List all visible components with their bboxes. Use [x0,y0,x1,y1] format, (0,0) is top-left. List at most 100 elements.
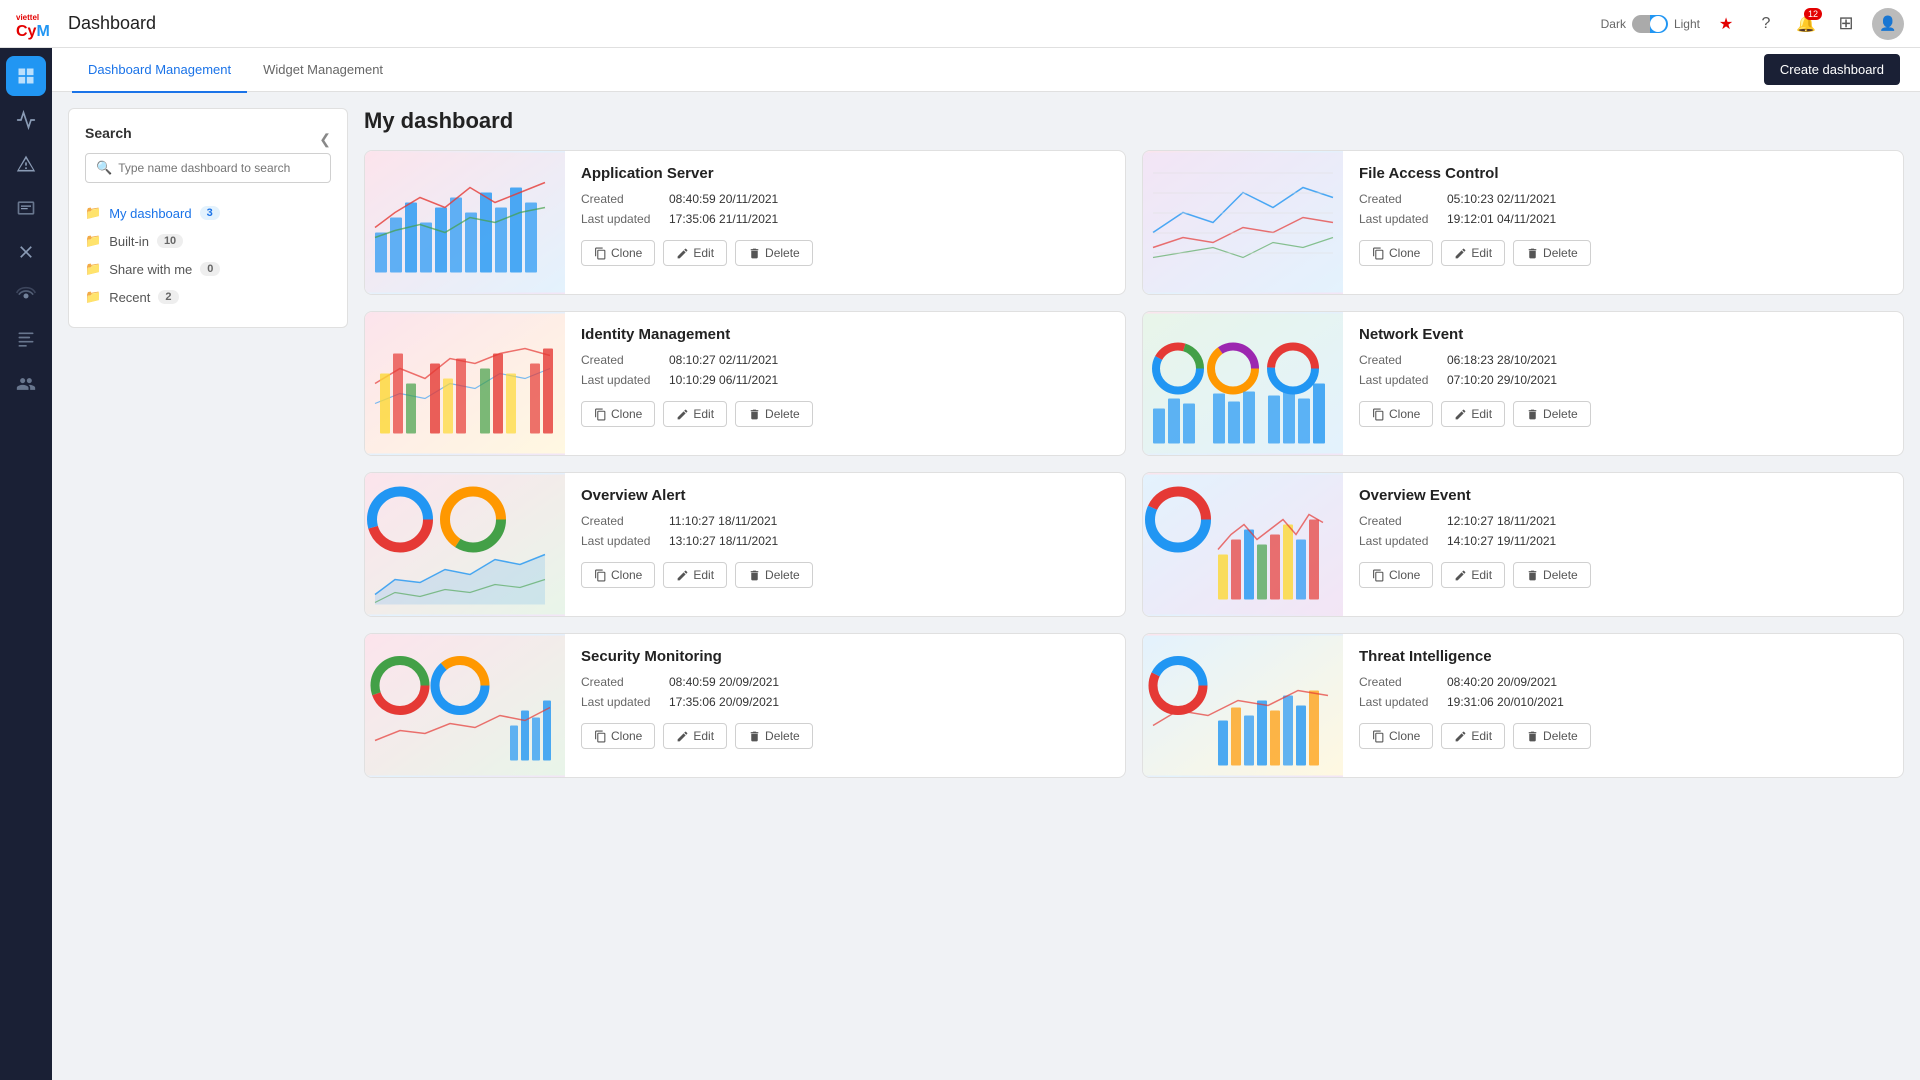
card-thumbnail-threat-intelligence[interactable] [1143,634,1343,777]
user-avatar[interactable]: 👤 [1872,8,1904,40]
created-label: Created [581,675,661,689]
create-dashboard-button[interactable]: Create dashboard [1764,54,1900,85]
clone-button-network-event[interactable]: Clone [1359,401,1433,427]
card-title-file-access-control: File Access Control [1359,165,1887,182]
delete-button-file-access-control[interactable]: Delete [1513,240,1591,266]
dashboard-card-application-server: Application Server Created 08:40:59 20/1… [364,150,1126,295]
card-actions-security-monitoring: Clone Edit Delete [581,723,1109,749]
sidebar-nav-item-my-dashboard[interactable]: 📁 My dashboard 3 [85,199,331,227]
left-panel: Search ❮ 🔍 📁 My dashboard 3 📁 Built-in 1… [68,108,348,328]
tab-dashboard-management[interactable]: Dashboard Management [72,49,247,93]
card-thumbnail-security-monitoring[interactable] [365,634,565,777]
clone-button-identity-management[interactable]: Clone [581,401,655,427]
card-meta-created-security-monitoring: Created 08:40:59 20/09/2021 [581,675,1109,689]
theme-toggle-track[interactable] [1632,15,1668,33]
card-info-network-event: Network Event Created 06:18:23 28/10/202… [1343,312,1903,455]
main-layout: Dashboard Management Widget Management C… [52,48,1920,1080]
delete-icon [1526,408,1539,421]
sidebar-item-analytics[interactable] [6,100,46,140]
sidebar-item-threats[interactable] [6,232,46,272]
sidebar-item-network[interactable] [6,276,46,316]
sidebar-item-users[interactable] [6,364,46,404]
sidebar-nav-item-share-with-me[interactable]: 📁 Share with me 0 [85,255,331,283]
delete-button-application-server[interactable]: Delete [735,240,813,266]
card-thumbnail-identity-management[interactable] [365,312,565,455]
card-thumbnail-overview-event[interactable] [1143,473,1343,616]
edit-button-overview-event[interactable]: Edit [1441,562,1505,588]
created-label: Created [1359,192,1439,206]
updated-label: Last updated [581,212,661,226]
card-thumbnail-overview-alert[interactable] [365,473,565,616]
sidebar-item-maps[interactable] [6,188,46,228]
card-meta-created-overview-alert: Created 11:10:27 18/11/2021 [581,514,1109,528]
folder-icon: 📁 [85,233,101,249]
clone-button-security-monitoring[interactable]: Clone [581,723,655,749]
apps-icon[interactable]: ⊞ [1832,10,1860,38]
delete-button-overview-event[interactable]: Delete [1513,562,1591,588]
edit-button-file-access-control[interactable]: Edit [1441,240,1505,266]
svg-text:viettel: viettel [16,13,39,22]
search-icon: 🔍 [96,160,112,176]
cards-grid: Application Server Created 08:40:59 20/1… [364,150,1904,778]
dashboard-card-network-event: Network Event Created 06:18:23 28/10/202… [1142,311,1904,456]
delete-icon [1526,730,1539,743]
delete-button-security-monitoring[interactable]: Delete [735,723,813,749]
delete-button-identity-management[interactable]: Delete [735,401,813,427]
clone-button-overview-event[interactable]: Clone [1359,562,1433,588]
sidebar-item-reports[interactable] [6,320,46,360]
edit-button-security-monitoring[interactable]: Edit [663,723,727,749]
card-meta-created-application-server: Created 08:40:59 20/11/2021 [581,192,1109,206]
nav-item-badge: 3 [200,206,220,220]
search-input[interactable] [118,161,320,175]
card-meta-updated-threat-intelligence: Last updated 19:31:06 20/010/2021 [1359,695,1887,709]
sidebar-nav-item-recent[interactable]: 📁 Recent 2 [85,283,331,311]
edit-button-application-server[interactable]: Edit [663,240,727,266]
dark-label: Dark [1601,17,1626,31]
help-icon[interactable]: ? [1752,10,1780,38]
edit-button-overview-alert[interactable]: Edit [663,562,727,588]
updated-label: Last updated [1359,534,1439,548]
tab-widget-management[interactable]: Widget Management [247,49,399,93]
clone-icon [594,569,607,582]
created-value: 06:18:23 28/10/2021 [1447,353,1557,367]
card-info-overview-event: Overview Event Created 12:10:27 18/11/20… [1343,473,1903,616]
panel-toggle-button[interactable]: ❮ [319,131,331,148]
updated-label: Last updated [581,373,661,387]
created-label: Created [581,192,661,206]
delete-button-overview-alert[interactable]: Delete [735,562,813,588]
created-label: Created [1359,353,1439,367]
clone-button-application-server[interactable]: Clone [581,240,655,266]
edit-icon [1454,569,1467,582]
created-value: 05:10:23 02/11/2021 [1447,192,1556,206]
clone-button-threat-intelligence[interactable]: Clone [1359,723,1433,749]
delete-icon [748,730,761,743]
card-meta-updated-file-access-control: Last updated 19:12:01 04/11/2021 [1359,212,1887,226]
sidebar-item-dashboard[interactable] [6,56,46,96]
sidebar-nav-item-built-in[interactable]: 📁 Built-in 10 [85,227,331,255]
card-actions-threat-intelligence: Clone Edit Delete [1359,723,1887,749]
sidebar-item-alerts[interactable] [6,144,46,184]
page-title: Dashboard [68,13,156,34]
created-value: 08:40:20 20/09/2021 [1447,675,1557,689]
clone-button-file-access-control[interactable]: Clone [1359,240,1433,266]
delete-button-threat-intelligence[interactable]: Delete [1513,723,1591,749]
delete-icon [1526,247,1539,260]
updated-label: Last updated [581,695,661,709]
theme-toggle[interactable]: Dark Light [1601,15,1700,33]
card-title-network-event: Network Event [1359,326,1887,343]
search-box: 🔍 [85,153,331,183]
notification-icon[interactable]: 🔔 12 [1792,10,1820,38]
card-thumbnail-application-server[interactable] [365,151,565,294]
edit-button-threat-intelligence[interactable]: Edit [1441,723,1505,749]
edit-button-identity-management[interactable]: Edit [663,401,727,427]
card-thumbnail-file-access-control[interactable] [1143,151,1343,294]
delete-button-network-event[interactable]: Delete [1513,401,1591,427]
edit-icon [676,569,689,582]
clone-button-overview-alert[interactable]: Clone [581,562,655,588]
card-thumbnail-network-event[interactable] [1143,312,1343,455]
nav-item-label: Built-in [109,234,149,249]
theme-toggle-thumb [1650,16,1666,32]
star-icon[interactable]: ★ [1712,10,1740,38]
edit-button-network-event[interactable]: Edit [1441,401,1505,427]
card-meta-updated-overview-event: Last updated 14:10:27 19/11/2021 [1359,534,1887,548]
